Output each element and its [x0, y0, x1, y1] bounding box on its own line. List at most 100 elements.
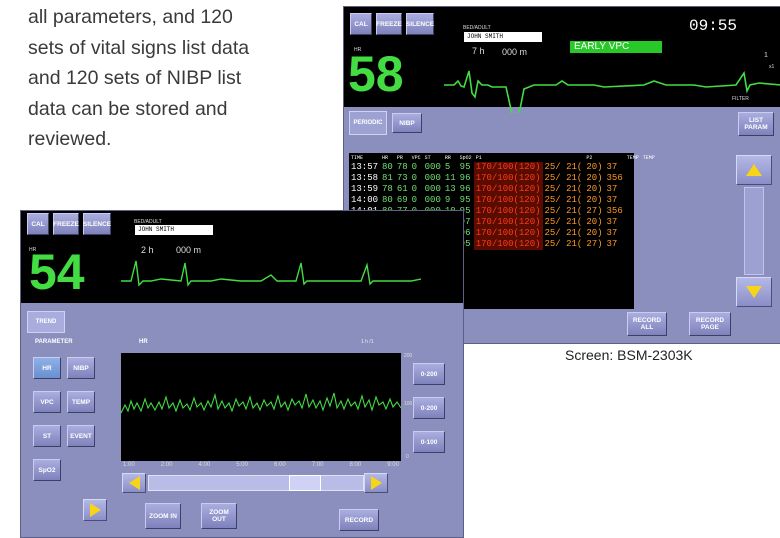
trend-graph	[121, 353, 401, 461]
cell-vpc: 0	[411, 184, 418, 194]
cell-temp: 37	[606, 217, 618, 227]
column-header: HR	[382, 155, 389, 161]
record-button[interactable]: RECORD	[339, 509, 379, 531]
cell-pr: 73	[396, 173, 408, 183]
x-tick: 5:00	[236, 462, 248, 468]
table-row: 13:59 78 61 0 000 13 96 170/100(120) 25/ 21(20) 3…	[349, 184, 657, 195]
cell-temp: 37	[606, 195, 618, 205]
scroll-right-button[interactable]	[364, 473, 388, 493]
x-axis-ticks: 1:00 2:00 4:00 5:00 6:00 7:00 8:00 9:00	[121, 462, 401, 474]
patient-name: JOHN SMITH	[464, 32, 542, 42]
graph-interval-label: 1 h /1	[361, 339, 374, 345]
x-tick: 2:00	[160, 462, 173, 468]
time-slider-track[interactable]	[148, 475, 364, 491]
nibp-tab-button[interactable]: NIBP	[392, 113, 422, 133]
hr-trend-line	[121, 392, 401, 414]
cal-button[interactable]: CAL	[350, 13, 372, 35]
graph-title: HR	[139, 339, 148, 345]
param-nibp-button[interactable]: NIBP	[67, 357, 95, 379]
zoom-out-button[interactable]: ZOOM OUT	[201, 503, 237, 529]
y-tick-mid: 100	[404, 401, 413, 407]
param-temp-button[interactable]: TEMP	[67, 391, 95, 413]
clock: 09:55	[689, 17, 738, 35]
column-header: ST	[424, 155, 431, 161]
cell-p2: 25/ 21(	[544, 206, 583, 216]
tab-periodic[interactable]: PERIODIC	[349, 111, 387, 135]
cell-p2: 25/ 21(	[544, 239, 583, 249]
column-header: PR	[396, 155, 403, 161]
list-param-button[interactable]: LIST PARAM	[738, 112, 774, 136]
column-header: VPC	[411, 155, 421, 161]
cell-p2: 25/ 21(	[544, 184, 583, 194]
param-spo2-button[interactable]: SpO2	[33, 459, 61, 481]
scale-button[interactable]: 0-200	[413, 397, 445, 419]
cell-time: 13:58	[351, 173, 379, 183]
scrollbar-track[interactable]	[744, 187, 764, 275]
scale-button[interactable]: 0-100	[413, 431, 445, 453]
cell-p2b: 20)	[586, 173, 603, 183]
time-slider-thumb[interactable]	[289, 475, 321, 491]
cell-hr: 80	[382, 195, 393, 205]
cal-button[interactable]: CAL	[27, 213, 49, 235]
column-header: TEMP	[626, 155, 639, 161]
y-tick-bottom: 0	[406, 454, 409, 460]
param-event-button[interactable]: EVENT	[67, 425, 95, 447]
cell-rr: 9	[444, 195, 451, 205]
scroll-down-button[interactable]	[736, 277, 772, 307]
cell-p1: 170/100(120)	[473, 162, 543, 173]
cell-spo2: 95	[459, 195, 471, 205]
cell-pr: 69	[396, 195, 408, 205]
cell-temp: 37	[606, 228, 618, 238]
cell-temp: 37	[606, 239, 618, 249]
scroll-up-button[interactable]	[736, 155, 772, 185]
parameter-label: PARAMETER	[35, 339, 73, 345]
freeze-button[interactable]: FREEZE	[376, 13, 402, 35]
intro-line: sets of vital signs list data	[28, 36, 250, 59]
cell-p2b: 20)	[586, 195, 603, 205]
record-all-button[interactable]: RECORD ALL	[627, 312, 667, 336]
cell-vpc: 0	[411, 195, 418, 205]
arrow-right-icon	[370, 476, 382, 490]
cell-p2b: 20)	[586, 228, 603, 238]
cell-spo2: 96	[459, 173, 471, 183]
cell-pr: 78	[396, 162, 408, 172]
param-st-button[interactable]: ST	[33, 425, 61, 447]
cell-hr: 78	[382, 184, 393, 194]
silence-button[interactable]: SILENCE	[406, 13, 434, 35]
cell-vpc: 0	[411, 162, 418, 172]
cell-st: 000	[424, 184, 441, 194]
cell-spo2: 96	[459, 184, 471, 194]
cell-p2b: 20)	[586, 184, 603, 194]
zoom-in-button[interactable]: ZOOM IN	[145, 503, 181, 529]
bed-label: BED/ADULT	[463, 25, 491, 31]
silence-button[interactable]: SILENCE	[83, 213, 111, 235]
tab-trend[interactable]: TREND	[27, 311, 65, 333]
intro-line: reviewed.	[28, 128, 112, 150]
freeze-button[interactable]: FREEZE	[53, 213, 79, 235]
column-header: RR	[444, 155, 451, 161]
cell-vpc: 0	[411, 173, 418, 183]
param-hr-button[interactable]: HR	[33, 357, 61, 379]
record-page-button[interactable]: RECORD PAGE	[689, 312, 731, 336]
cell-p1: 170/100(120)	[473, 217, 543, 228]
cell-p2: 25/ 21(	[544, 228, 583, 238]
trend-monitor-screen: CAL FREEZE SILENCE BED/ADULT JOHN SMITH …	[20, 210, 464, 538]
cell-temp: 356	[606, 206, 623, 216]
cell-p2b: 20)	[586, 217, 603, 227]
hr-value: 54	[29, 244, 85, 300]
cell-p1: 170/100(120)	[473, 239, 543, 250]
cell-p1: 170/100(120)	[473, 173, 543, 184]
param-vpc-button[interactable]: VPC	[33, 391, 61, 413]
cell-rr: 5	[444, 162, 451, 172]
page-forward-button[interactable]	[83, 499, 107, 521]
scroll-left-button[interactable]	[122, 473, 146, 493]
cell-p2: 25/ 21(	[544, 162, 583, 172]
scale-button[interactable]: 0-200	[413, 363, 445, 385]
cell-p2: 25/ 21(	[544, 195, 583, 205]
cell-p2b: 27)	[586, 206, 603, 216]
x-tick: 6:00	[274, 462, 286, 468]
cell-time: 13:59	[351, 184, 379, 194]
table-header-row: TIME HR PR VPC ST RR SpO2 P1 P2 TEMP TEMP	[349, 155, 657, 162]
intro-line: all parameters, and 120	[28, 6, 233, 28]
ecg-waveform	[444, 70, 780, 113]
